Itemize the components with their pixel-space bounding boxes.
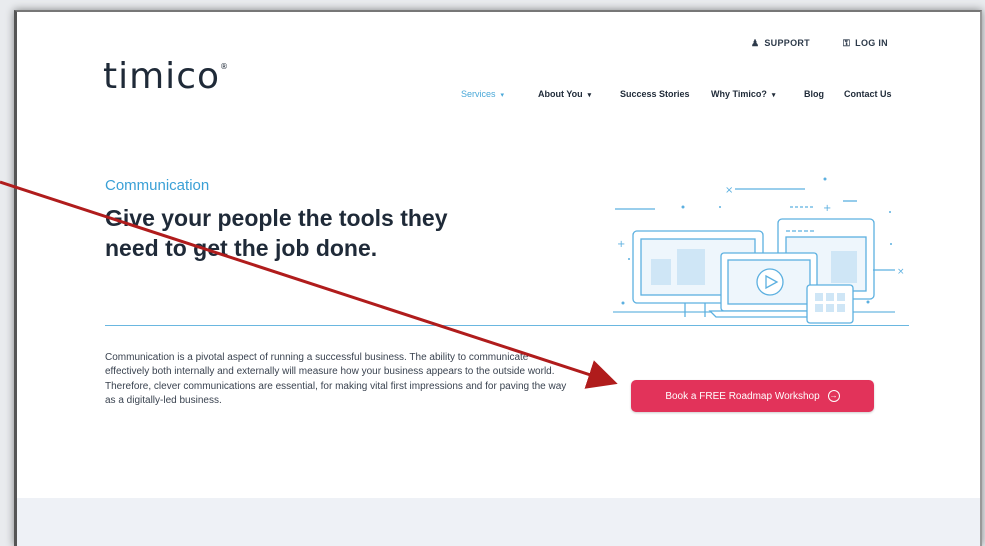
svg-text:+: + [617,239,625,250]
book-workshop-button[interactable]: Book a FREE Roadmap Workshop → [631,380,874,412]
support-link[interactable]: ♟ SUPPORT [751,38,810,49]
nav-item-why-timico[interactable]: Why Timico? ▾ [711,89,775,99]
arrow-circle-right-icon: → [827,390,840,402]
devices-illustration: × + × + [613,177,905,324]
chevron-down-icon: ▾ [771,92,776,99]
nav-item-label: Why Timico? [711,89,767,99]
headline-line-1: Give your people the tools they [105,205,448,231]
nav-item-label: Services [461,89,496,99]
nav-item-label: Success Stories [620,89,690,99]
svg-text:+: + [823,203,831,214]
next-section-band [17,498,980,546]
login-link[interactable]: ⚿ LOG IN [843,38,888,49]
browser-page: ♟ SUPPORT ⚿ LOG IN timico® Services ▾ About… [14,10,982,546]
nav-item-contact-us[interactable]: Contact Us [844,89,892,99]
headline-line-2: need to get the job done. [105,235,378,261]
timico-logo[interactable]: timico® [103,56,229,97]
nav-item-label: Blog [804,89,824,99]
login-label: LOG IN [855,38,888,48]
logo-text: timico [103,56,221,97]
nav-item-services[interactable]: Services ▾ [461,89,504,99]
section-eyebrow: Communication [105,177,210,194]
chevron-down-icon: ▾ [500,92,505,99]
key-icon: ⚿ [843,38,851,48]
registered-mark: ® [220,62,230,71]
section-divider [105,325,909,326]
nav-item-success-stories[interactable]: Success Stories [620,89,690,99]
intro-paragraph: Communication is a pivotal aspect of run… [105,352,567,406]
svg-text:×: × [725,185,733,196]
svg-text:×: × [897,267,905,277]
user-icon: ♟ [751,38,760,48]
nav-item-blog[interactable]: Blog [804,89,824,99]
nav-item-about-you[interactable]: About You ▾ [538,89,591,99]
chevron-down-icon: ▾ [587,92,592,99]
nav-item-label: About You [538,89,583,99]
hero-headline: Give your people the tools they need to … [105,203,565,263]
cta-label: Book a FREE Roadmap Workshop [665,390,820,402]
nav-item-label: Contact Us [844,89,892,99]
support-label: SUPPORT [764,38,810,48]
